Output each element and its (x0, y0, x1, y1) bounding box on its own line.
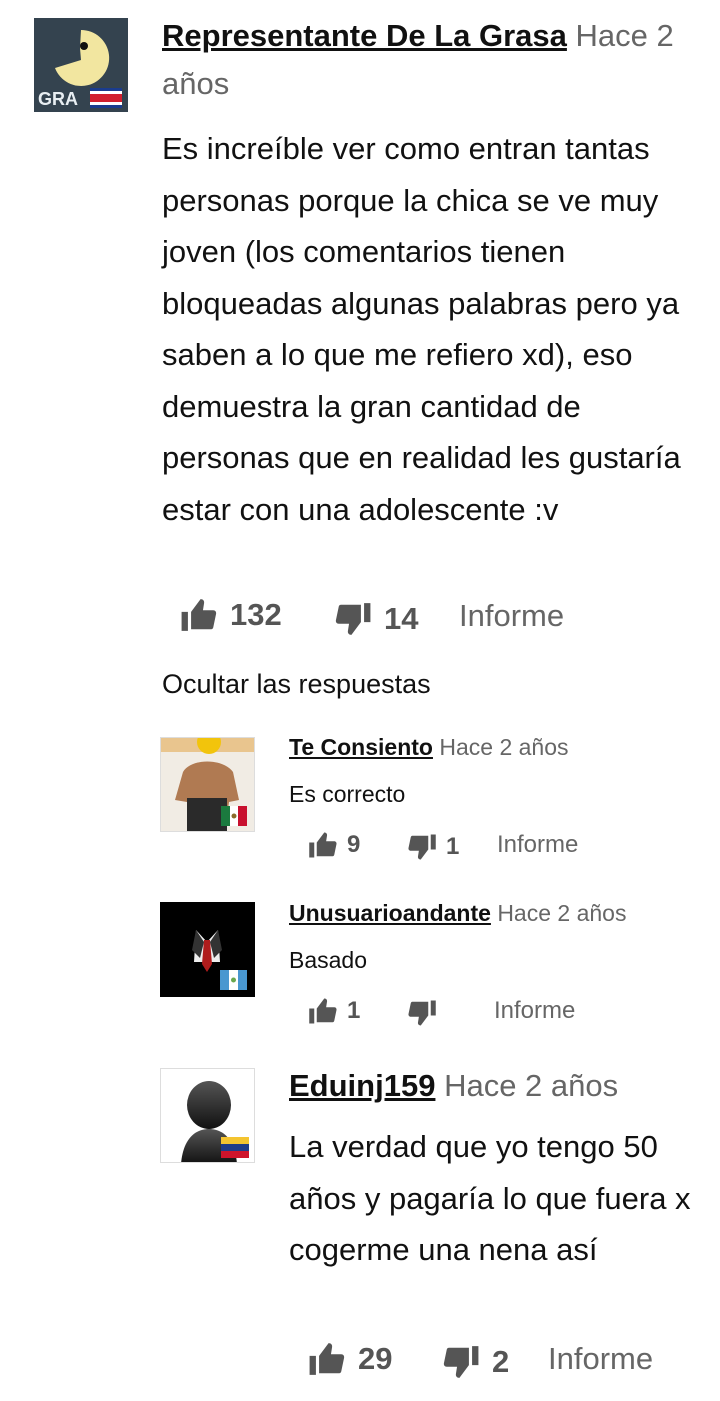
thumbs-down-icon (408, 1000, 436, 1026)
timestamp: Hace 2 años (497, 900, 627, 926)
like-button[interactable]: 1 (308, 996, 360, 1026)
like-count: 29 (358, 1341, 393, 1376)
report-link[interactable]: Informe (494, 997, 575, 1025)
timestamp: Hace 2 años (439, 734, 569, 760)
report-action[interactable]: Informe (459, 598, 564, 634)
thumbs-down-icon (443, 1346, 479, 1378)
thumbs-up-icon (181, 599, 217, 631)
reply-text: Basado (289, 947, 368, 973)
avatar[interactable] (160, 737, 255, 832)
reply-text: La verdad que yo tengo 50 años y pagaría… (289, 1129, 691, 1267)
dislike-count: 1 (446, 833, 460, 860)
report-action[interactable]: Informe (497, 831, 578, 859)
dislike-count: 14 (384, 601, 419, 636)
costa-rica-flag-icon (90, 88, 122, 108)
comment-text: Es increíble ver como entran tantas pers… (162, 131, 681, 527)
like-count: 1 (347, 997, 361, 1024)
avatar[interactable]: GRA (34, 18, 128, 112)
default-user-icon (161, 1069, 254, 1162)
author-link[interactable]: Unusuarioandante (289, 900, 491, 926)
reply-header: Eduinj159 Hace 2 años (289, 1062, 709, 1110)
report-link[interactable]: Informe (459, 598, 564, 634)
avatar-label: GRA (38, 89, 78, 109)
dislike-button[interactable]: 2 (442, 1343, 509, 1381)
timestamp: Hace 2 años (444, 1068, 619, 1103)
mexico-flag-icon (221, 806, 247, 826)
venezuela-flag-icon (221, 1137, 249, 1158)
like-button[interactable]: 9 (308, 830, 360, 860)
thumbs-up-icon (309, 1343, 345, 1375)
report-link[interactable]: Informe (548, 1341, 653, 1377)
report-action[interactable]: Informe (494, 997, 575, 1025)
author-link[interactable]: Eduinj159 (289, 1068, 435, 1103)
reply-header: Te Consiento Hace 2 años (289, 730, 699, 766)
like-count: 9 (347, 831, 361, 858)
dislike-count: 2 (492, 1344, 510, 1379)
pacman-icon: GRA (34, 18, 128, 112)
like-button[interactable]: 29 (308, 1340, 392, 1378)
dislike-button[interactable]: 1 (407, 832, 459, 862)
avatar[interactable] (160, 902, 255, 997)
like-button[interactable]: 132 (180, 596, 282, 634)
reply-text: Es correcto (289, 781, 406, 807)
person-photo-icon (161, 738, 254, 831)
report-action[interactable]: Informe (548, 1341, 653, 1377)
reply-header: Unusuarioandante Hace 2 años (289, 896, 709, 932)
avatar[interactable] (160, 1068, 255, 1163)
hide-replies-link[interactable]: Ocultar las respuestas (162, 669, 431, 700)
report-link[interactable]: Informe (497, 831, 578, 859)
guatemala-flag-icon (220, 970, 247, 990)
thumbs-down-icon (408, 834, 436, 860)
comment-header: Representante De La Grasa Hace 2 años (162, 12, 692, 108)
like-count: 132 (230, 597, 282, 632)
suit-tie-icon (160, 902, 255, 997)
thumbs-up-icon (309, 998, 337, 1024)
dislike-button[interactable] (407, 998, 446, 1028)
author-link[interactable]: Representante De La Grasa (162, 18, 567, 53)
dislike-button[interactable]: 14 (334, 600, 418, 638)
author-link[interactable]: Te Consiento (289, 734, 433, 760)
thumbs-up-icon (309, 832, 337, 858)
thumbs-down-icon (335, 603, 371, 635)
